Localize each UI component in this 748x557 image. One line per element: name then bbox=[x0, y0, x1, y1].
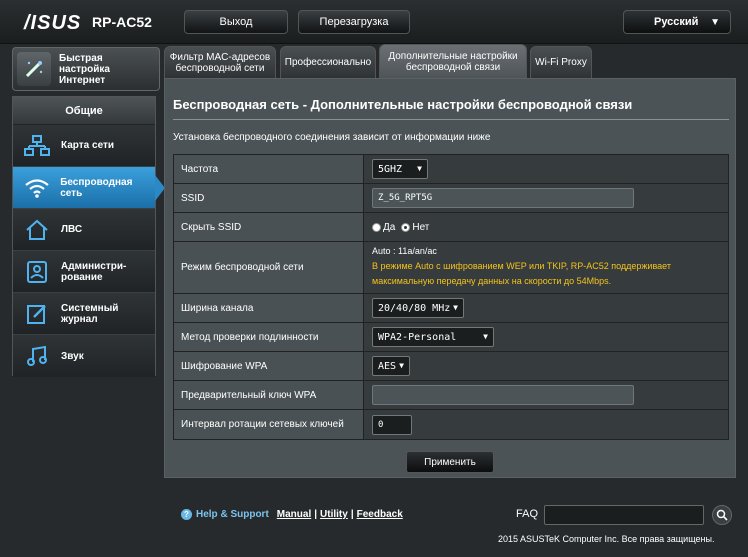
row-hide-ssid: Скрыть SSID Да Нет bbox=[174, 213, 728, 242]
auth-method-value: WPA2-Personal bbox=[378, 331, 457, 343]
ssid-input[interactable]: Z_5G_RPT5G bbox=[372, 188, 634, 208]
logout-button[interactable]: Выход bbox=[184, 10, 288, 34]
hide-ssid-no-label: Нет bbox=[412, 221, 430, 233]
chevron-down-icon: ▼ bbox=[483, 332, 488, 341]
sidebar-item-label: Системный журнал bbox=[61, 302, 119, 325]
chevron-down-icon: ▼ bbox=[417, 164, 422, 173]
model-name: RP-AC52 bbox=[92, 14, 152, 30]
wpa-encryption-select[interactable]: AES ▼ bbox=[372, 356, 410, 376]
link-separator: | bbox=[314, 509, 318, 520]
language-label: Русский bbox=[654, 16, 699, 28]
home-icon bbox=[19, 215, 55, 245]
wireless-mode-label: Режим беспроводной сети bbox=[174, 242, 364, 293]
settings-form: Частота 5GHZ ▼ SSID Z_5G_RPT5G Скрыть SS… bbox=[173, 154, 729, 440]
apply-button[interactable]: Применить bbox=[406, 451, 494, 473]
row-wpa-key: Предварительный ключ WPA bbox=[174, 381, 728, 410]
top-bar: /ISUS RP-AC52 Выход Перезагрузка Русский… bbox=[0, 0, 748, 44]
asus-logo: /ISUS bbox=[24, 12, 82, 34]
sidebar-item-system-log[interactable]: Системный журнал bbox=[13, 293, 155, 335]
quick-internet-setup-button[interactable]: Быстрая настройка Интернет bbox=[12, 47, 160, 91]
faq-search-input[interactable] bbox=[544, 505, 704, 525]
manual-link[interactable]: Manual bbox=[277, 509, 311, 520]
row-channel-width: Ширина канала 20/40/80 MHz ▼ bbox=[174, 294, 728, 323]
frequency-value: 5GHZ bbox=[378, 163, 403, 175]
help-icon: ? bbox=[181, 509, 192, 520]
channel-width-label: Ширина канала bbox=[174, 294, 364, 322]
sidebar-item-label: ЛВС bbox=[61, 224, 83, 235]
wifi-icon bbox=[19, 173, 54, 203]
search-button[interactable] bbox=[712, 505, 732, 525]
tab-wifi-proxy[interactable]: Wi-Fi Proxy bbox=[530, 46, 592, 78]
sidebar-menu: Общие Карта сети Беспроводная сеть ЛВС А… bbox=[12, 96, 165, 377]
faq-label: FAQ bbox=[516, 508, 539, 520]
row-key-rotation: Интервал ротации сетевых ключей 0 bbox=[174, 410, 728, 439]
tab-advanced-wireless[interactable]: Дополнительные настройки беспроводной св… bbox=[379, 44, 527, 78]
wireless-mode-value: Auto : 11a/an/ac bbox=[372, 246, 437, 256]
sidebar-item-administration[interactable]: Администри-рование bbox=[13, 251, 155, 293]
main-panel: Беспроводная сеть - Дополнительные настр… bbox=[164, 78, 736, 478]
network-map-icon bbox=[19, 131, 55, 161]
row-wireless-mode: Режим беспроводной сети Auto : 11a/an/ac… bbox=[174, 242, 728, 294]
hide-ssid-yes-radio[interactable] bbox=[372, 222, 381, 232]
key-rotation-input[interactable]: 0 bbox=[372, 414, 412, 435]
help-support-bar: ? Help & Support Manual | Utility | Feed… bbox=[181, 509, 403, 520]
auth-method-label: Метод проверки подлинности bbox=[174, 323, 364, 351]
sidebar-item-wireless[interactable]: Беспроводная сеть bbox=[13, 167, 165, 209]
hide-ssid-label: Скрыть SSID bbox=[174, 213, 364, 241]
hide-ssid-yes-label: Да bbox=[383, 221, 396, 233]
row-ssid: SSID Z_5G_RPT5G bbox=[174, 184, 728, 213]
page-title: Беспроводная сеть - Дополнительные настр… bbox=[173, 97, 633, 112]
hide-ssid-no-radio[interactable] bbox=[401, 222, 411, 232]
sidebar-section-title: Общие bbox=[13, 97, 155, 125]
log-icon bbox=[19, 299, 55, 329]
channel-width-value: 20/40/80 MHz bbox=[378, 302, 451, 314]
row-frequency: Частота 5GHZ ▼ bbox=[174, 155, 728, 184]
ssid-label: SSID bbox=[174, 184, 364, 212]
frequency-select[interactable]: 5GHZ ▼ bbox=[372, 159, 428, 179]
frequency-label: Частота bbox=[174, 155, 364, 183]
tab-mac-filter[interactable]: Фильтр MAC-адресов беспроводной сети bbox=[164, 46, 276, 78]
feedback-link[interactable]: Feedback bbox=[357, 509, 403, 520]
sidebar-item-label: Карта сети bbox=[61, 140, 115, 151]
row-auth-method: Метод проверки подлинности WPA2-Personal… bbox=[174, 323, 728, 352]
user-icon bbox=[19, 257, 55, 287]
channel-width-select[interactable]: 20/40/80 MHz ▼ bbox=[372, 298, 464, 318]
sidebar-item-network-map[interactable]: Карта сети bbox=[13, 125, 155, 167]
copyright: 2015 ASUSTeK Computer Inc. Все права защ… bbox=[498, 534, 715, 544]
wpa-encryption-label: Шифрование WPA bbox=[174, 352, 364, 380]
chevron-down-icon: ▼ bbox=[399, 361, 404, 370]
chevron-down-icon: ▼ bbox=[453, 303, 458, 312]
sidebar-item-label: Беспроводная сеть bbox=[60, 176, 133, 199]
sidebar-item-sound[interactable]: Звук bbox=[13, 335, 155, 377]
link-separator: | bbox=[350, 509, 354, 520]
title-divider bbox=[173, 119, 729, 120]
wpa-encryption-value: AES bbox=[378, 360, 397, 372]
key-rotation-label: Интервал ротации сетевых ключей bbox=[174, 410, 364, 439]
search-icon bbox=[716, 509, 728, 521]
music-icon bbox=[19, 341, 55, 371]
page-description: Установка беспроводного соединения завис… bbox=[173, 132, 491, 143]
tab-professional[interactable]: Профессионально bbox=[280, 46, 376, 78]
reboot-button[interactable]: Перезагрузка bbox=[298, 10, 410, 34]
language-select[interactable]: Русский ▼ bbox=[623, 10, 731, 34]
wpa-key-input[interactable] bbox=[372, 385, 634, 405]
wpa-key-label: Предварительный ключ WPA bbox=[174, 381, 364, 409]
wireless-mode-warning: В режиме Auto с шифрованием WEP или TKIP… bbox=[372, 261, 671, 286]
sidebar-item-label: Звук bbox=[61, 350, 84, 362]
sidebar-item-label: Администри-рование bbox=[61, 260, 127, 283]
utility-link[interactable]: Utility bbox=[320, 509, 348, 520]
chevron-down-icon: ▼ bbox=[710, 17, 720, 28]
magic-wand-icon bbox=[17, 52, 51, 86]
auth-method-select[interactable]: WPA2-Personal ▼ bbox=[372, 327, 494, 347]
row-wpa-encryption: Шифрование WPA AES ▼ bbox=[174, 352, 728, 381]
quick-setup-label: Быстрая настройка Интернет bbox=[59, 52, 110, 86]
sidebar-item-lan[interactable]: ЛВС bbox=[13, 209, 155, 251]
help-support-label: Help & Support bbox=[196, 509, 269, 520]
